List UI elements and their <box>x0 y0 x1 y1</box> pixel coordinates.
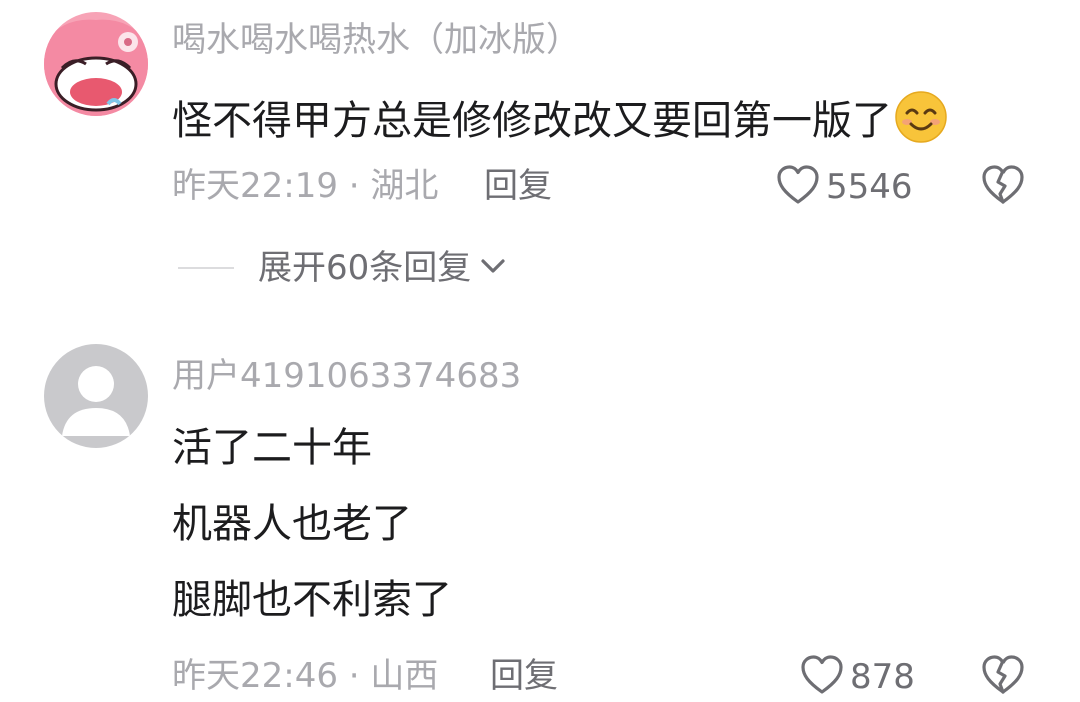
broken-heart-icon <box>980 655 1026 700</box>
dislike-button[interactable] <box>980 164 1026 210</box>
comment-line: 机器人也老了 <box>172 501 412 547</box>
smiling-face-emoji <box>894 90 948 144</box>
expand-replies-label: 展开60条回复 <box>258 248 472 288</box>
like-count: 5546 <box>826 167 913 207</box>
expand-replies-button[interactable]: 展开60条回复 <box>178 248 507 288</box>
reply-button[interactable]: 回复 <box>484 166 552 206</box>
dislike-button[interactable] <box>980 654 1026 700</box>
avatar[interactable] <box>44 12 148 116</box>
comment-item: 用户4191063374683 活了二十年 机器人也老了 腿脚也不利索了 昨天2… <box>0 330 1080 702</box>
comment-meta: 昨天22:19 · 湖北 <box>172 166 439 206</box>
divider <box>178 267 234 269</box>
broken-heart-icon <box>980 165 1026 210</box>
comment-meta: 昨天22:46 · 山西 <box>172 656 439 696</box>
heart-outline-icon <box>800 654 844 700</box>
comment-text: 怪不得甲方总是修修改改又要回第一版了 <box>172 90 948 145</box>
comment-item: 喝水喝水喝热水（加冰版） 怪不得甲方总是修修改改又要回第一版了 昨天22:19 … <box>0 0 1080 320</box>
username[interactable]: 喝水喝水喝热水（加冰版） <box>172 20 580 60</box>
chevron-down-icon <box>479 256 507 280</box>
avatar[interactable] <box>44 344 148 448</box>
heart-outline-icon <box>776 164 820 210</box>
comment-line: 腿脚也不利索了 <box>172 577 452 623</box>
comment-line: 怪不得甲方总是修修改改又要回第一版了 <box>172 98 892 144</box>
comment-line: 活了二十年 <box>172 425 372 471</box>
like-button[interactable]: 878 <box>800 654 915 700</box>
like-button[interactable]: 5546 <box>776 164 913 210</box>
reply-button[interactable]: 回复 <box>490 656 558 696</box>
like-count: 878 <box>850 657 915 697</box>
username[interactable]: 用户4191063374683 <box>172 356 521 396</box>
